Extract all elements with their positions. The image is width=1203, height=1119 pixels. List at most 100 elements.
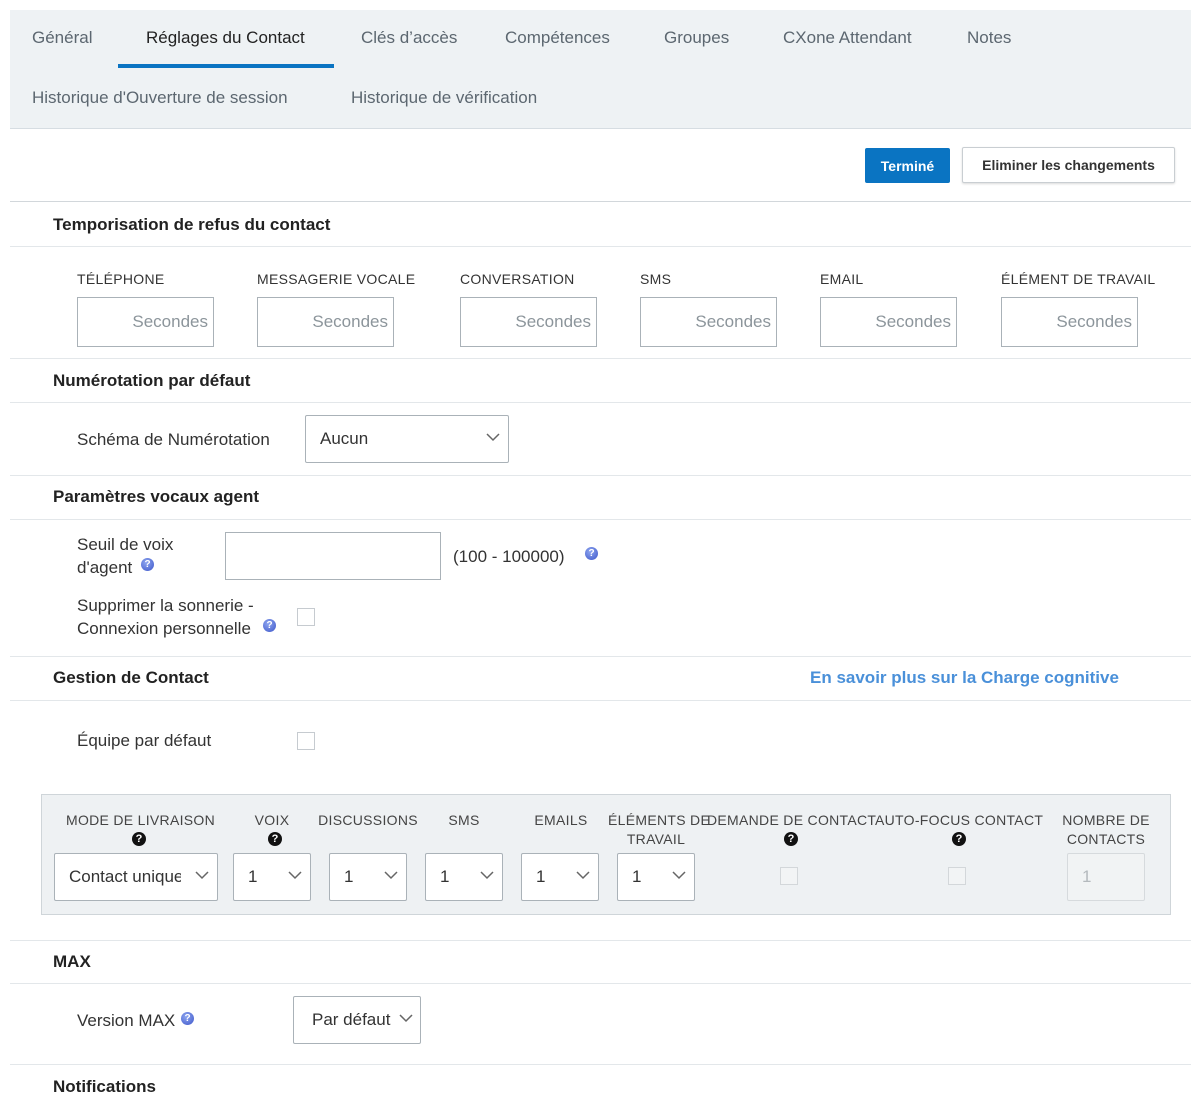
selected-value: 1: [536, 867, 546, 886]
tab-login-history[interactable]: Historique d'Ouverture de session: [32, 88, 288, 108]
divider: [10, 358, 1191, 359]
selected-value: Contact unique: [69, 867, 181, 886]
selected-value: 1: [248, 867, 258, 886]
voice-threshold-label-1: Seuil de voix: [77, 535, 174, 554]
sms-timeout-input[interactable]: Secondes: [640, 297, 777, 347]
tab-cxone-attendant[interactable]: CXone Attendant: [783, 28, 912, 48]
contacts-count-header-1: NOMBRE DE: [1062, 812, 1150, 828]
contacts-count-value: 1: [1082, 867, 1092, 886]
default-team-label: Équipe par défaut: [77, 731, 212, 750]
chevron-down-icon: [480, 871, 494, 880]
phone-timeout-input[interactable]: Secondes: [77, 297, 214, 347]
discussions-header: DISCUSSIONS: [318, 812, 418, 828]
tab-skills[interactable]: Compétences: [505, 28, 610, 48]
selected-value: 1: [440, 867, 450, 886]
placeholder-text: Secondes: [515, 312, 591, 331]
divider: [10, 246, 1191, 247]
agent-voice-title: Paramètres vocaux agent: [53, 487, 259, 506]
voice-select[interactable]: 1: [233, 853, 311, 901]
delivery-mode-header: MODE DE LIVRAISON: [66, 812, 216, 828]
contact-request-checkbox[interactable]: [780, 867, 798, 885]
default-dialing-title: Numérotation par défaut: [53, 371, 251, 390]
help-icon[interactable]: ?: [585, 547, 598, 560]
email-label: EMAIL: [820, 271, 864, 287]
divider: [10, 519, 1191, 520]
max-version-label: Version MAX: [77, 1011, 176, 1030]
active-tab-indicator: [118, 64, 334, 68]
autofocus-checkbox[interactable]: [948, 867, 966, 885]
question-icon[interactable]: ?: [132, 832, 146, 846]
voice-threshold-input[interactable]: [225, 532, 441, 580]
voice-threshold-range: (100 - 100000): [453, 547, 565, 566]
chevron-down-icon: [672, 871, 686, 880]
discussions-select[interactable]: 1: [329, 853, 407, 901]
selected-value: Par défaut: [312, 1010, 391, 1029]
divider: [10, 402, 1191, 403]
placeholder-text: Secondes: [132, 312, 208, 331]
selected-value: 1: [344, 867, 354, 886]
work-item-timeout-input[interactable]: Secondes: [1001, 297, 1138, 347]
emails-select[interactable]: 1: [521, 853, 599, 901]
voicemail-timeout-input[interactable]: Secondes: [257, 297, 394, 347]
voice-header: VOIX: [254, 812, 290, 828]
sms-header: SMS: [448, 812, 480, 828]
tab-groups[interactable]: Groupes: [664, 28, 729, 48]
default-team-checkbox[interactable]: [297, 732, 315, 750]
dialing-pattern-select[interactable]: Aucun: [305, 415, 509, 463]
work-items-header-1: ÉLÉMENTS DE: [608, 812, 711, 828]
notifications-title: Notifications: [53, 1077, 156, 1096]
tab-contact-settings[interactable]: Réglages du Contact: [146, 28, 305, 48]
placeholder-text: Secondes: [312, 312, 388, 331]
chat-label: CONVERSATION: [460, 271, 575, 287]
selected-value: 1: [632, 867, 642, 886]
max-version-select[interactable]: Par défaut: [293, 996, 421, 1044]
chat-timeout-input[interactable]: Secondes: [460, 297, 597, 347]
dialing-pattern-label: Schéma de Numérotation: [77, 430, 270, 449]
refusal-timeout-title: Temporisation de refus du contact: [53, 215, 331, 234]
discard-changes-button[interactable]: Eliminer les changements: [962, 147, 1175, 183]
placeholder-text: Secondes: [695, 312, 771, 331]
autofocus-header: AUTO-FOCUS CONTACT: [875, 812, 1044, 828]
suppress-ring-checkbox[interactable]: [297, 608, 315, 626]
work-item-label: ÉLÉMENT DE TRAVAIL: [1001, 271, 1156, 287]
sms-select[interactable]: 1: [425, 853, 503, 901]
contacts-count-input[interactable]: 1: [1067, 853, 1145, 901]
question-icon[interactable]: ?: [268, 832, 282, 846]
divider: [10, 983, 1191, 984]
chevron-down-icon: [576, 871, 590, 880]
phone-label: TÉLÉPHONE: [77, 271, 165, 287]
chevron-down-icon: [288, 871, 302, 880]
contact-management-title: Gestion de Contact: [53, 668, 209, 687]
help-icon[interactable]: ?: [263, 619, 276, 632]
selected-value: Aucun: [320, 429, 369, 448]
chevron-down-icon: [486, 433, 500, 442]
chevron-down-icon: [399, 1014, 413, 1023]
cognitive-load-link[interactable]: En savoir plus sur la Charge cognitive: [810, 668, 1119, 688]
work-items-select[interactable]: 1: [617, 853, 695, 901]
tab-audit-history[interactable]: Historique de vérification: [351, 88, 537, 108]
help-icon[interactable]: ?: [141, 558, 154, 571]
tab-bar: Général Réglages du Contact Clés d’accès…: [10, 10, 1191, 129]
contact-request-header: DEMANDE DE CONTACT: [707, 812, 877, 828]
emails-header: EMAILS: [534, 812, 588, 828]
divider: [10, 201, 1191, 202]
voice-threshold-label-2: d'agent: [77, 558, 133, 577]
sms-label: SMS: [640, 271, 672, 287]
delivery-mode-select[interactable]: Contact unique: [54, 853, 218, 901]
divider: [10, 1064, 1191, 1065]
divider: [10, 656, 1191, 657]
help-icon[interactable]: ?: [181, 1012, 194, 1025]
question-icon[interactable]: ?: [952, 832, 966, 846]
chevron-down-icon: [384, 871, 398, 880]
tab-notes[interactable]: Notes: [967, 28, 1011, 48]
tab-access-keys[interactable]: Clés d’accès: [361, 28, 457, 48]
divider: [10, 475, 1191, 476]
placeholder-text: Secondes: [875, 312, 951, 331]
max-title: MAX: [53, 952, 91, 971]
tab-general[interactable]: Général: [32, 28, 92, 48]
work-items-header-2: TRAVAIL: [626, 831, 686, 847]
email-timeout-input[interactable]: Secondes: [820, 297, 957, 347]
delivery-settings-grid: MODE DE LIVRAISON ? VOIX ? DISCUSSIONS S…: [41, 794, 1171, 915]
question-icon[interactable]: ?: [784, 832, 798, 846]
done-button[interactable]: Terminé: [865, 148, 950, 183]
